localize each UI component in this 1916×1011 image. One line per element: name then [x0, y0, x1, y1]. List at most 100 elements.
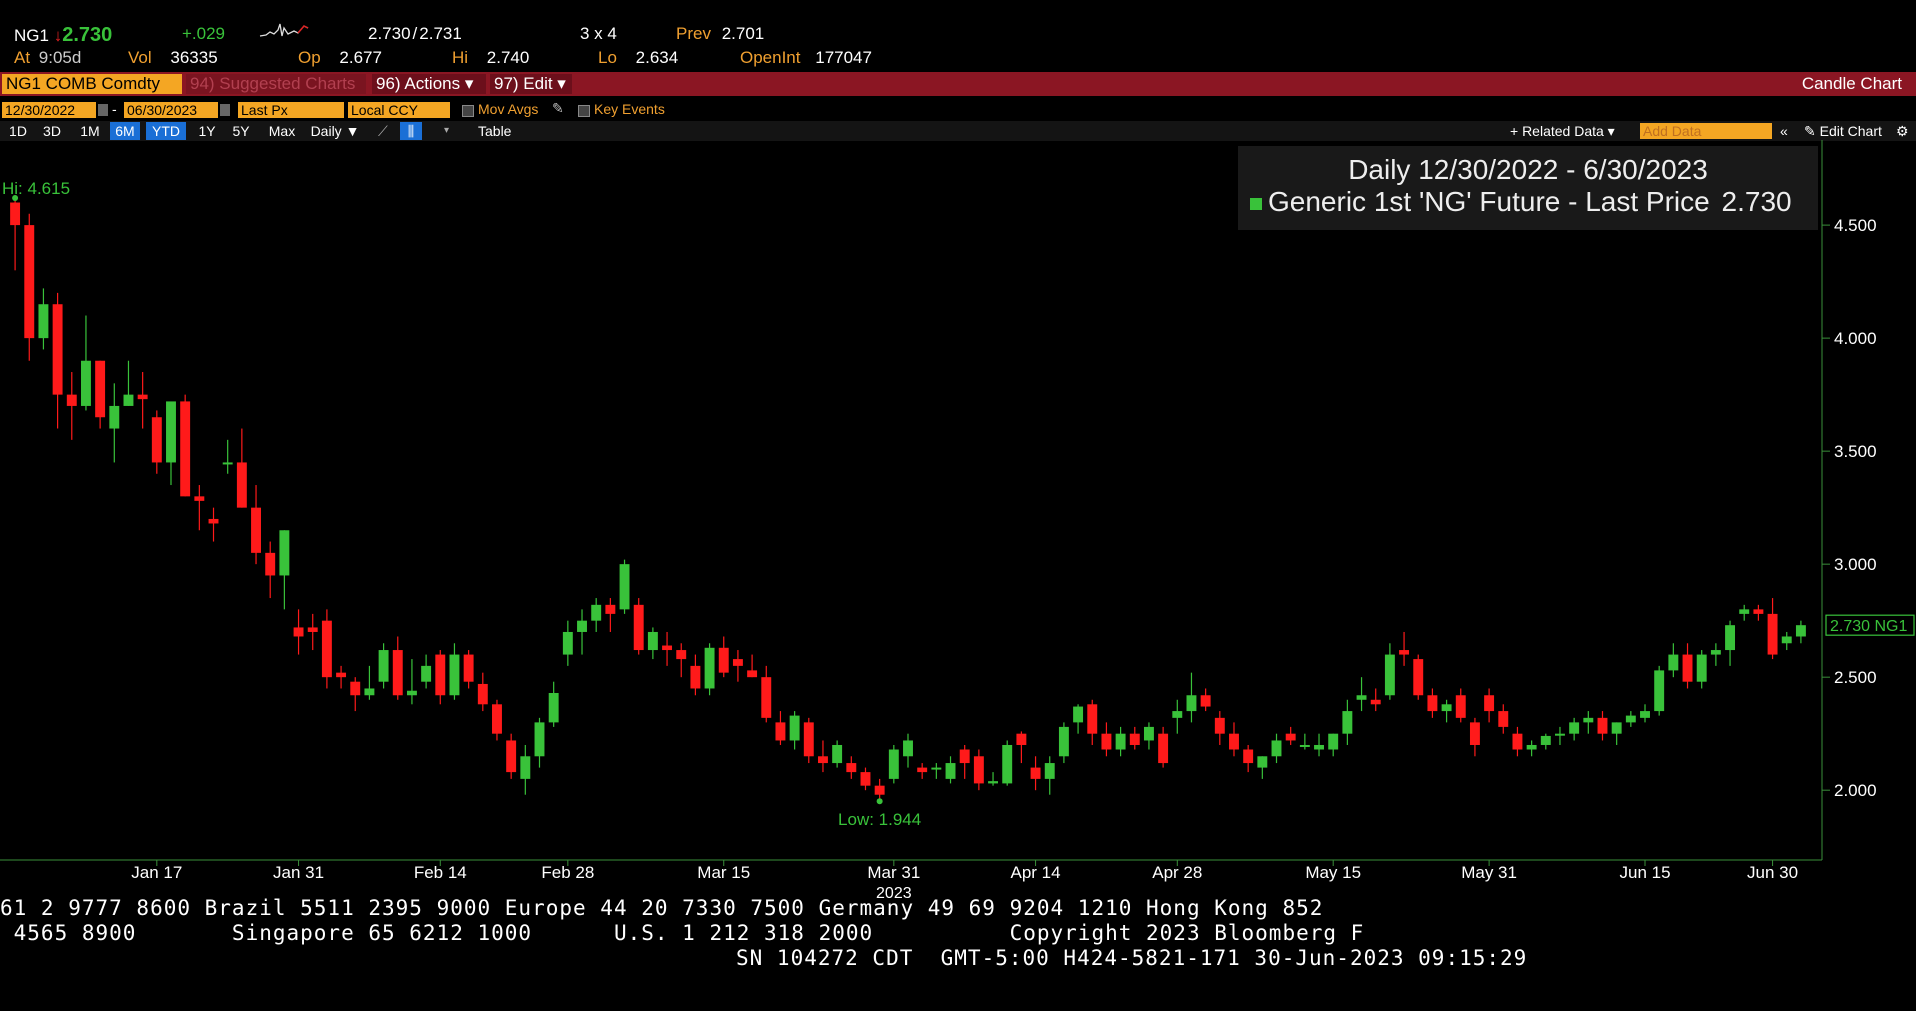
candle-body — [1314, 744, 1324, 750]
candle-body — [1795, 625, 1806, 637]
candle-body — [1384, 654, 1395, 696]
candle-body — [1342, 711, 1353, 734]
candle-body — [988, 781, 998, 784]
candle-body — [1200, 695, 1211, 707]
x-tick-label: Apr 14 — [1011, 863, 1061, 882]
candle-body — [534, 722, 545, 757]
candle-body — [1214, 717, 1225, 734]
candle-body — [747, 670, 758, 678]
candle-body — [66, 394, 77, 406]
candle-body — [1285, 733, 1296, 741]
candle-body — [24, 225, 35, 339]
candle-body — [1186, 695, 1197, 712]
legend-swatch — [1250, 197, 1262, 210]
candle-body — [279, 530, 290, 576]
footer-line-3: SN 104272 CDT GMT-5:00 H424-5821-171 30-… — [736, 946, 1528, 970]
candle-body — [293, 627, 304, 637]
candle-body — [888, 749, 899, 779]
candle-body — [1696, 654, 1707, 682]
candle-body — [1597, 717, 1608, 734]
candle-body — [846, 763, 857, 773]
candle-body — [1172, 711, 1183, 718]
candle-body — [874, 785, 885, 795]
x-tick-label: Jan 31 — [273, 863, 324, 882]
candle-body — [392, 650, 403, 696]
candle-body — [1073, 706, 1084, 723]
candle-body — [109, 405, 120, 429]
candle-body — [251, 507, 261, 553]
candle-body — [80, 360, 91, 406]
candle-body — [775, 722, 786, 741]
candle-body — [166, 401, 176, 463]
candle-body — [492, 704, 502, 734]
candle-body — [591, 604, 602, 621]
candle-body — [1271, 740, 1282, 757]
legend-title: Daily 12/30/2022 - 6/30/2023 — [1348, 154, 1708, 185]
candle-body — [1498, 711, 1509, 727]
candle-body — [1399, 650, 1410, 655]
x-tick-label: Jun 30 — [1747, 863, 1798, 882]
candle-body — [1725, 625, 1736, 651]
candle-body — [137, 394, 148, 400]
candle-body — [364, 688, 375, 696]
candle-body — [1583, 717, 1594, 723]
candle-body — [421, 665, 432, 682]
x-tick-label: Feb 28 — [541, 863, 594, 882]
candle-body — [222, 462, 233, 465]
candle-body — [1257, 756, 1268, 768]
candle-body — [1753, 609, 1764, 614]
candle-body — [52, 304, 63, 395]
x-tick-label: Mar 15 — [697, 863, 750, 882]
candle-body — [1540, 735, 1551, 745]
candle-body — [690, 665, 701, 689]
candle-body — [860, 772, 871, 786]
x-tick-label: Jan 17 — [131, 863, 182, 882]
x-tick-label: May 31 — [1461, 863, 1517, 882]
candle-body — [562, 631, 573, 655]
candle-body — [1625, 715, 1636, 723]
candle-body — [265, 552, 276, 576]
candle-body — [506, 740, 517, 773]
candle-body — [1611, 722, 1622, 734]
candle-body — [803, 722, 814, 757]
candle-body — [1640, 711, 1650, 718]
candle-body — [704, 647, 715, 689]
candle-body — [1654, 670, 1665, 712]
candle-body — [307, 627, 318, 632]
low-label: Low: 1.944 — [838, 810, 921, 829]
candle-body — [619, 564, 630, 610]
hi-label: Hi: 4.615 — [2, 179, 70, 198]
candle-body — [1484, 695, 1495, 712]
candle-body — [236, 462, 247, 508]
candle-body — [1469, 722, 1480, 745]
candle-body — [1739, 609, 1750, 614]
candle-body — [917, 767, 928, 773]
candle-body — [676, 650, 687, 660]
candle-body — [1441, 704, 1452, 712]
candle-body — [1016, 733, 1027, 745]
candle-body — [435, 654, 446, 696]
candle-body — [1682, 654, 1693, 682]
candle-body — [1356, 695, 1367, 700]
candle-body — [1030, 767, 1041, 779]
x-tick-label: Apr 28 — [1152, 863, 1202, 882]
candle-body — [194, 496, 205, 501]
footer-line-2: 4565 8900 Singapore 65 6212 1000 U.S. 1 … — [0, 921, 1365, 945]
candle-body — [818, 756, 828, 764]
candle-body — [577, 620, 587, 632]
candle-body — [732, 659, 743, 666]
candle-body — [1413, 659, 1424, 696]
candle-body — [1328, 733, 1339, 750]
candle-body — [1158, 733, 1169, 764]
candle-body — [151, 417, 162, 463]
candle-body — [449, 654, 460, 696]
candle-body — [1370, 699, 1381, 705]
legend-series-value: 2.730 — [1721, 186, 1792, 217]
y-tick-label: 2.000 — [1834, 781, 1877, 800]
candle-body — [1101, 733, 1112, 750]
candle-body — [605, 604, 616, 614]
candle-body — [1002, 744, 1013, 784]
candle-body — [1668, 654, 1679, 671]
candle-body — [1299, 744, 1310, 747]
candle-body — [1427, 695, 1438, 712]
